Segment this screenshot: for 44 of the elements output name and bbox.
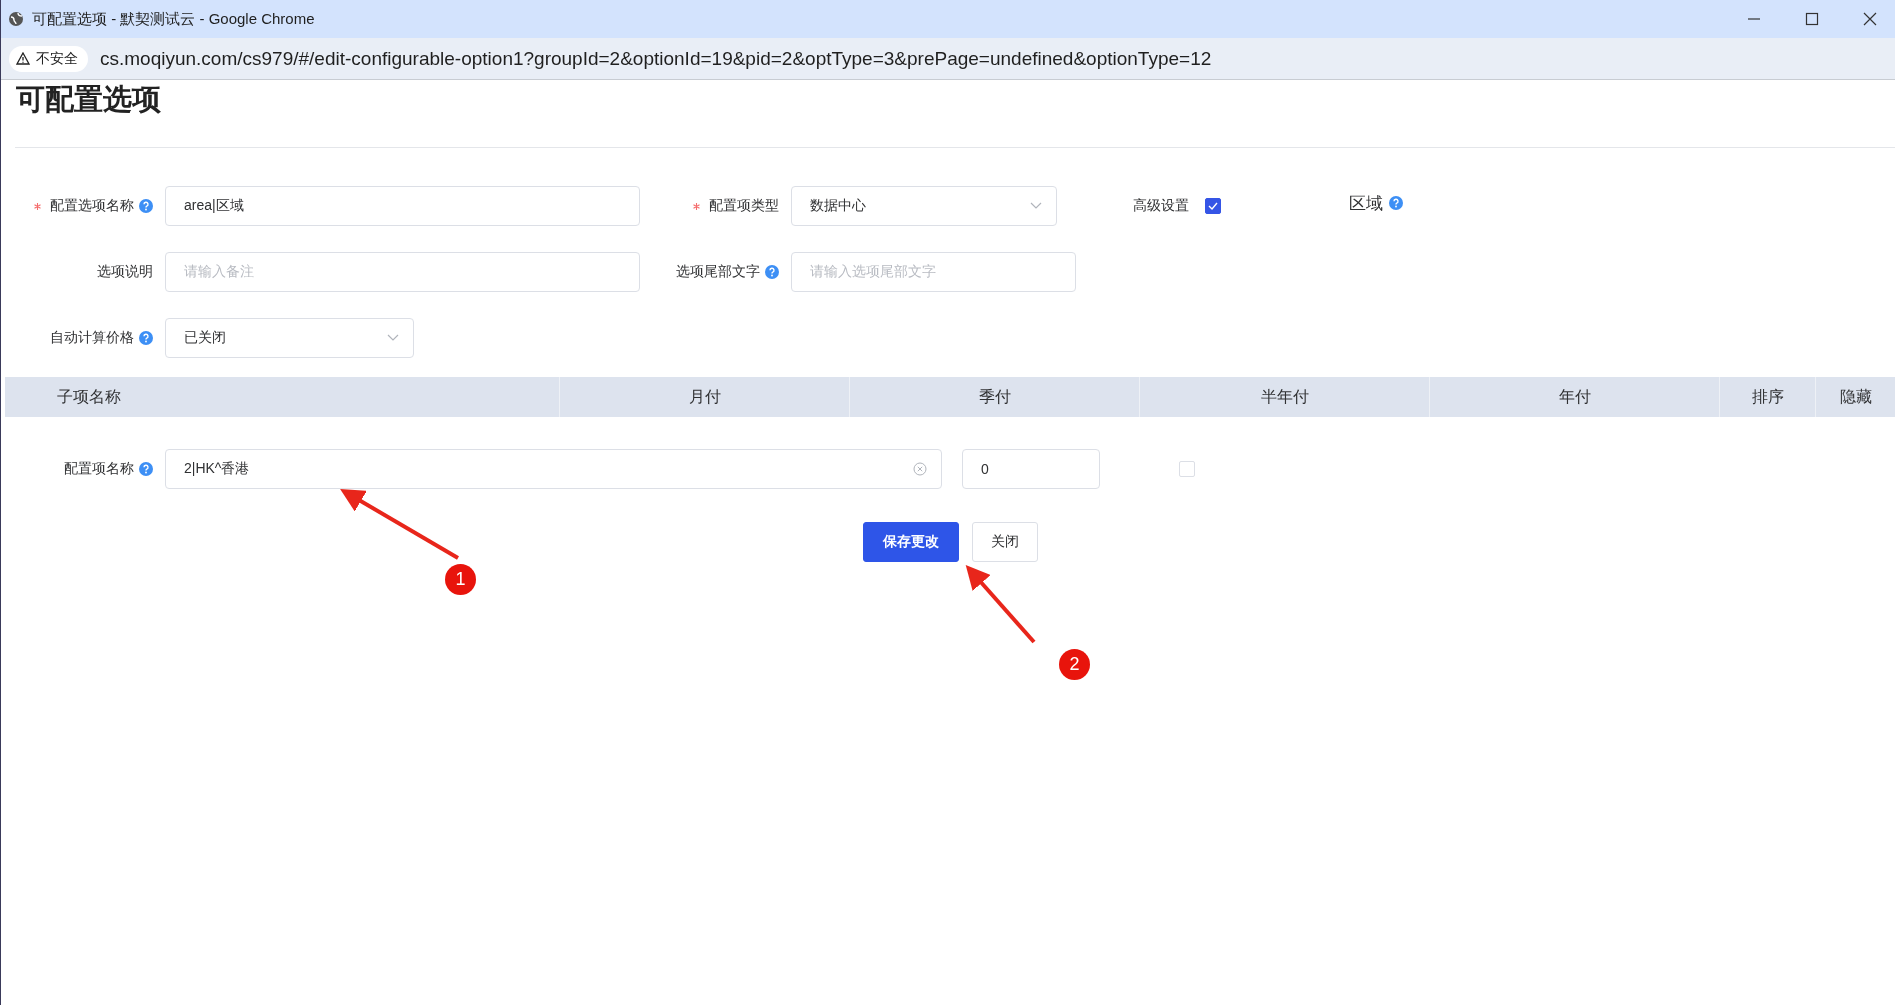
- option-name-label: 配置选项名称: [50, 197, 134, 215]
- chevron-down-icon: [1030, 202, 1042, 210]
- row-checkbox[interactable]: [1179, 461, 1195, 477]
- auto-price-label: 自动计算价格: [50, 329, 134, 347]
- chevron-down-icon: [387, 334, 399, 342]
- option-name-field[interactable]: area|区域: [165, 186, 640, 226]
- close-button[interactable]: 关闭: [972, 522, 1038, 562]
- column-header: 半年付: [1139, 377, 1429, 417]
- monthly-price-field[interactable]: 0: [962, 449, 1100, 489]
- column-header: 月付: [559, 377, 849, 417]
- advanced-settings-checkbox[interactable]: [1205, 198, 1221, 214]
- column-header: 子项名称: [56, 386, 122, 407]
- close-icon[interactable]: [1863, 12, 1877, 26]
- option-item-field[interactable]: 2|HK^香港: [165, 449, 942, 489]
- page-heading: 可配置选项: [15, 82, 162, 117]
- help-icon[interactable]: [765, 265, 779, 279]
- description-label: 选项说明: [97, 263, 153, 281]
- column-header: 排序: [1719, 377, 1815, 417]
- suffix-text-label: 选项尾部文字: [676, 263, 760, 281]
- help-icon[interactable]: [1389, 196, 1403, 210]
- save-button[interactable]: 保存更改: [863, 522, 959, 562]
- warning-icon: [16, 52, 30, 65]
- help-icon[interactable]: [139, 199, 153, 213]
- column-header: 年付: [1429, 377, 1719, 417]
- maximize-icon[interactable]: [1805, 12, 1819, 26]
- url-text[interactable]: cs.moqiyun.com/cs979/#/edit-configurable-option1?groupId=2&optionId=19&pid=2&optType=3&prePage=undefined&optionType=12: [100, 47, 1212, 70]
- advanced-settings-label: 高级设置: [1133, 197, 1189, 215]
- option-type-select[interactable]: 数据中心: [791, 186, 1057, 226]
- auto-price-select[interactable]: 已关闭: [165, 318, 414, 358]
- window-title: 可配置选项 - 默契测试云 - Google Chrome: [32, 9, 315, 29]
- option-item-label: 配置项名称: [64, 460, 134, 478]
- help-icon[interactable]: [139, 331, 153, 345]
- security-chip[interactable]: 不安全: [9, 45, 88, 72]
- step-number-marker: 2: [1059, 649, 1090, 680]
- option-type-label: 配置项类型: [709, 197, 779, 215]
- clear-icon[interactable]: [913, 462, 927, 476]
- security-label: 不安全: [36, 49, 78, 68]
- globe-icon: [8, 11, 24, 27]
- region-label: 区域: [1349, 192, 1383, 215]
- column-header: 季付: [849, 377, 1139, 417]
- checkmark-icon: [1208, 202, 1218, 210]
- help-icon[interactable]: [139, 462, 153, 476]
- step-number-marker: 1: [445, 564, 476, 595]
- column-header: 隐藏: [1815, 377, 1895, 417]
